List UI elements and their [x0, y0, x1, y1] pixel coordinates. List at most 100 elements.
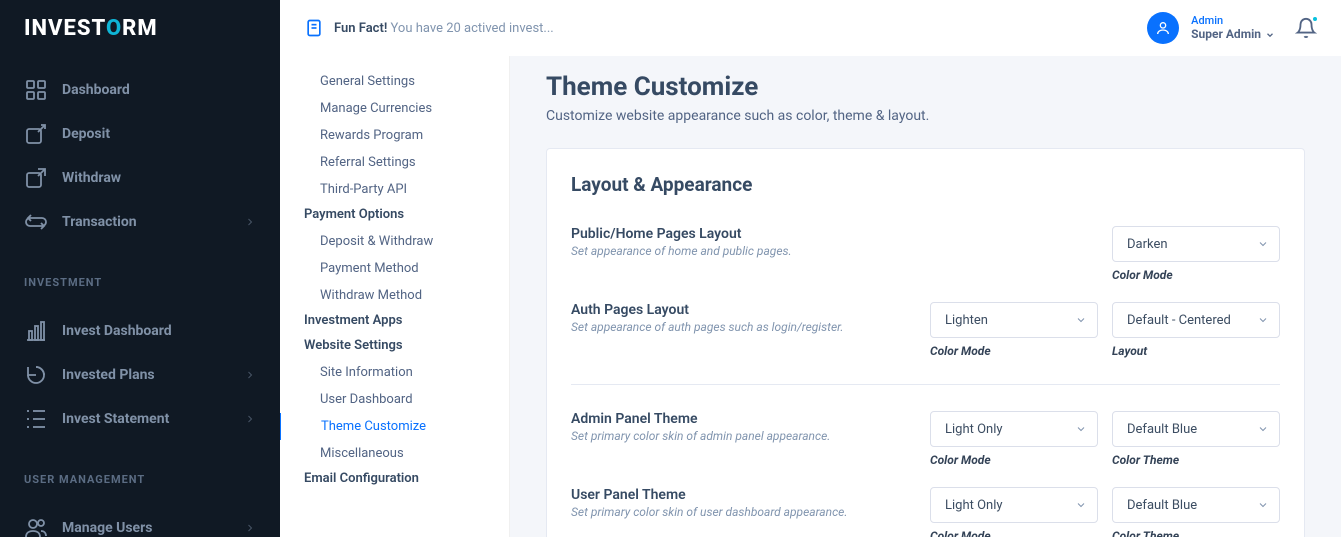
chevron-down-icon	[1265, 30, 1275, 40]
invest-dashboard-icon	[24, 319, 48, 343]
sidebar-item-label: Dashboard	[62, 82, 130, 98]
sidebar-item-invest-dashboard[interactable]: Invest Dashboard	[0, 309, 280, 353]
sidebar-item-invested-plans[interactable]: Invested Plans	[0, 353, 280, 397]
control-caption: Color Mode	[930, 453, 1098, 467]
funfact: Fun Fact! You have 20 actived invest...	[304, 18, 554, 38]
chevron-down-icon	[1075, 314, 1087, 326]
setting-label: Admin Panel Theme	[571, 411, 930, 427]
subnav-item-theme-customize[interactable]: Theme Customize	[280, 413, 509, 440]
invested-plans-icon	[24, 363, 48, 387]
notifications-button[interactable]	[1295, 17, 1317, 39]
subnav-item-referral-settings[interactable]: Referral Settings	[280, 149, 509, 176]
chevron-down-icon	[1075, 423, 1087, 435]
subnav: General SettingsManage CurrenciesRewards…	[280, 56, 510, 537]
select-value: Default - Centered	[1127, 313, 1231, 328]
select-color-mode[interactable]: Light Only	[930, 411, 1098, 447]
setting-desc: Set primary color skin of admin panel ap…	[571, 429, 930, 443]
subnav-item-miscellaneous[interactable]: Miscellaneous	[280, 440, 509, 467]
users-icon	[24, 516, 48, 537]
dashboard-icon	[24, 78, 48, 102]
chevron-down-icon	[1257, 423, 1269, 435]
setting-desc: Set appearance of auth pages such as log…	[571, 320, 930, 334]
subnav-heading[interactable]: Website Settings	[280, 334, 509, 359]
subnav-item-deposit-withdraw[interactable]: Deposit & Withdraw	[280, 228, 509, 255]
sidebar-item-deposit[interactable]: Deposit	[0, 112, 280, 156]
deposit-icon	[24, 122, 48, 146]
header: Fun Fact! You have 20 actived invest... …	[280, 0, 1341, 56]
chevron-down-icon	[1257, 499, 1269, 511]
subnav-item-third-party-api[interactable]: Third-Party API	[280, 176, 509, 203]
subnav-item-manage-currencies[interactable]: Manage Currencies	[280, 95, 509, 122]
chevron-right-icon	[244, 413, 256, 425]
funfact-icon	[304, 18, 324, 38]
nav-heading-investment: INVESTMENT	[0, 256, 280, 297]
sidebar-item-label: Deposit	[62, 126, 110, 142]
subnav-heading[interactable]: Payment Options	[280, 203, 509, 228]
page-title: Theme Customize	[546, 72, 1305, 102]
subnav-item-payment-method[interactable]: Payment Method	[280, 255, 509, 282]
select-value: Darken	[1127, 237, 1168, 252]
setting-desc: Set appearance of home and public pages.	[571, 244, 1112, 258]
sidebar: INVESTORM Dashboard Deposit Withdraw Transa…	[0, 0, 280, 537]
select-layout[interactable]: Default - Centered	[1112, 302, 1280, 338]
setting-label: Auth Pages Layout	[571, 302, 930, 318]
sidebar-item-label: Transaction	[62, 214, 137, 230]
select-color-mode[interactable]: Lighten	[930, 302, 1098, 338]
select-value: Lighten	[945, 313, 988, 328]
control-caption: Color Theme	[1112, 453, 1280, 467]
select-value: Light Only	[945, 498, 1003, 513]
settings-card: Layout & Appearance Public/Home Pages La…	[546, 148, 1305, 537]
control-caption: Layout	[1112, 344, 1280, 358]
sidebar-item-manage-users[interactable]: Manage Users	[0, 506, 280, 537]
avatar	[1147, 12, 1179, 44]
chevron-down-icon	[1257, 314, 1269, 326]
sidebar-item-withdraw[interactable]: Withdraw	[0, 156, 280, 200]
select-color-theme[interactable]: Default Blue	[1112, 487, 1280, 523]
subnav-heading[interactable]: Investment Apps	[280, 309, 509, 334]
select-color-mode[interactable]: Darken	[1112, 226, 1280, 262]
control-caption: Color Theme	[1112, 529, 1280, 537]
sidebar-item-transaction[interactable]: Transaction	[0, 200, 280, 244]
transaction-icon	[24, 210, 48, 234]
subnav-item-withdraw-method[interactable]: Withdraw Method	[280, 282, 509, 309]
sidebar-item-label: Withdraw	[62, 170, 121, 186]
nav-main: Dashboard Deposit Withdraw Transaction	[0, 56, 280, 256]
select-value: Default Blue	[1127, 498, 1197, 513]
control-caption: Color Mode	[930, 529, 1098, 537]
nav-heading-users: USER MANAGEMENT	[0, 453, 280, 494]
card-title: Layout & Appearance	[571, 173, 1280, 196]
funfact-text: Fun Fact! You have 20 actived invest...	[334, 21, 554, 36]
subnav-item-user-dashboard[interactable]: User Dashboard	[280, 386, 509, 413]
control-caption: Color Mode	[930, 344, 1098, 358]
user-role: Admin	[1191, 14, 1275, 27]
user-menu[interactable]: Admin Super Admin	[1147, 12, 1275, 44]
chevron-down-icon	[1075, 499, 1087, 511]
subnav-item-site-information[interactable]: Site Information	[280, 359, 509, 386]
chevron-right-icon	[244, 216, 256, 228]
sidebar-item-label: Invested Plans	[62, 367, 155, 383]
sidebar-item-dashboard[interactable]: Dashboard	[0, 68, 280, 112]
nav-investment: Invest Dashboard Invested Plans Invest Sta…	[0, 297, 280, 453]
setting-desc: Set primary color skin of user dashboard…	[571, 505, 930, 519]
invest-statement-icon	[24, 407, 48, 431]
chevron-right-icon	[244, 369, 256, 381]
setting-row: Public/Home Pages Layout Set appearance o…	[571, 216, 1280, 292]
select-color-mode[interactable]: Light Only	[930, 487, 1098, 523]
subnav-item-general-settings[interactable]: General Settings	[280, 68, 509, 95]
logo-text: INVESTORM	[24, 16, 158, 41]
setting-label: User Panel Theme	[571, 487, 930, 503]
subnav-item-rewards-program[interactable]: Rewards Program	[280, 122, 509, 149]
user-name: Super Admin	[1191, 27, 1261, 41]
select-value: Default Blue	[1127, 422, 1197, 437]
main-content: Theme Customize Customize website appear…	[510, 0, 1341, 537]
select-color-theme[interactable]: Default Blue	[1112, 411, 1280, 447]
logo[interactable]: INVESTORM	[0, 0, 280, 56]
select-value: Light Only	[945, 422, 1003, 437]
control-caption: Color Mode	[1112, 268, 1280, 282]
subnav-heading[interactable]: Email Configuration	[280, 467, 509, 492]
chevron-down-icon	[1257, 238, 1269, 250]
chevron-right-icon	[244, 522, 256, 534]
sidebar-item-invest-statement[interactable]: Invest Statement	[0, 397, 280, 441]
setting-label: Public/Home Pages Layout	[571, 226, 1112, 242]
sidebar-item-label: Invest Dashboard	[62, 323, 172, 339]
